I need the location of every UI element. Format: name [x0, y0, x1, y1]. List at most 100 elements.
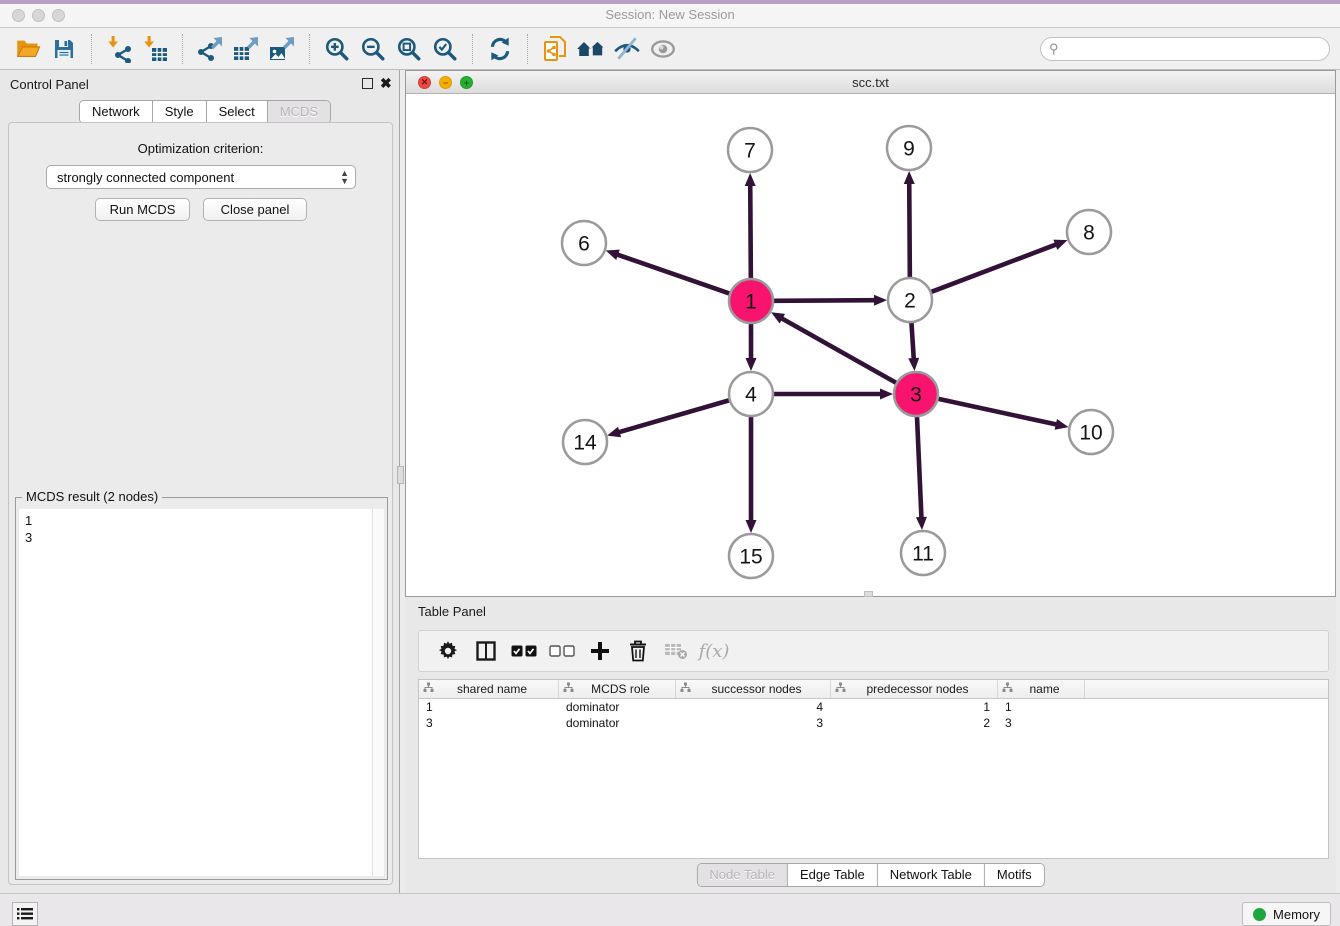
tab-node-table[interactable]: Node Table — [697, 864, 788, 886]
float-panel-icon[interactable] — [362, 78, 373, 89]
home-layout-icon[interactable] — [573, 33, 609, 65]
tree-sort-icon — [680, 682, 691, 696]
tab-motifs[interactable]: Motifs — [985, 864, 1044, 886]
graph-edge-2-3[interactable] — [911, 323, 913, 360]
table-cell: 3 — [998, 715, 1085, 731]
close-panel-icon[interactable]: ✖ — [380, 75, 392, 92]
import-network-icon[interactable] — [101, 33, 137, 65]
task-history-button[interactable] — [12, 902, 38, 926]
tab-select[interactable]: Select — [207, 101, 268, 123]
column-header-MCDS-role[interactable]: MCDS role — [559, 680, 676, 698]
tab-network[interactable]: Network — [80, 101, 153, 123]
clone-network-icon[interactable] — [537, 33, 573, 65]
settings-gear-icon[interactable] — [429, 635, 467, 667]
graph-edge-2-9[interactable] — [909, 182, 910, 277]
memory-button[interactable]: Memory — [1242, 902, 1331, 926]
tree-sort-icon — [423, 682, 434, 696]
graph-edge-arrowhead — [607, 427, 621, 438]
node-table[interactable]: shared nameMCDS rolesuccessor nodesprede… — [418, 679, 1329, 859]
graph-node-label: 7 — [744, 140, 756, 163]
control-panel-tabs: NetworkStyleSelectMCDS — [79, 100, 331, 124]
result-scrollbar[interactable] — [372, 509, 384, 876]
graph-node-label: 15 — [739, 546, 762, 569]
tree-sort-icon — [835, 682, 846, 696]
toolbar-separator — [182, 34, 183, 64]
graph-edge-arrowhead — [746, 520, 757, 533]
optimization-criterion-dropdown[interactable]: strongly connected component ▲▼ — [46, 165, 356, 189]
tree-sort-icon — [563, 682, 574, 696]
show-panels-icon[interactable] — [645, 33, 681, 65]
network-window-titlebar[interactable]: ✕ − + scc.txt — [406, 71, 1335, 94]
graph-node-label: 2 — [904, 290, 916, 313]
mcds-result-textarea[interactable]: 1 3 — [19, 509, 384, 876]
table-row[interactable]: 1dominator411 — [419, 699, 1328, 715]
graph-edge-3-11[interactable] — [917, 417, 921, 519]
zoom-selected-icon[interactable] — [427, 33, 463, 65]
network-canvas[interactable]: 1234678910111415 — [406, 94, 1335, 596]
add-column-icon[interactable] — [581, 635, 619, 667]
split-columns-icon[interactable] — [467, 635, 505, 667]
graph-edge-arrowhead — [880, 389, 893, 400]
zoom-fit-icon[interactable] — [391, 33, 427, 65]
tab-edge-table[interactable]: Edge Table — [788, 864, 878, 886]
memory-status-icon — [1253, 908, 1266, 921]
table-cell: 1 — [419, 699, 559, 715]
column-header-predecessor-nodes[interactable]: predecessor nodes — [831, 680, 998, 698]
column-header-name[interactable]: name — [998, 680, 1085, 698]
graph-edge-4-14[interactable] — [618, 400, 729, 432]
export-table-icon[interactable] — [228, 33, 264, 65]
graph-node-label: 3 — [910, 384, 922, 407]
titlebar: Session: New Session — [0, 4, 1340, 28]
table-row[interactable]: 3dominator323 — [419, 715, 1328, 731]
tab-mcds[interactable]: MCDS — [268, 101, 330, 123]
control-panel: Control Panel ✖ NetworkStyleSelectMCDS O… — [0, 70, 400, 893]
mcds-result-lines: 1 3 — [19, 509, 384, 549]
network-window-title: scc.txt — [406, 75, 1335, 90]
column-header-shared-name[interactable]: shared name — [419, 680, 559, 698]
export-network-icon[interactable] — [192, 33, 228, 65]
window-title: Session: New Session — [0, 7, 1340, 22]
hide-panels-icon[interactable] — [609, 33, 645, 65]
graph-node-label: 4 — [745, 384, 757, 407]
vertical-splitter-handle[interactable] — [397, 466, 404, 484]
select-all-icon[interactable] — [505, 635, 543, 667]
export-image-icon[interactable] — [264, 33, 300, 65]
toolbar-separator — [309, 34, 310, 64]
import-table-icon[interactable] — [137, 33, 173, 65]
tab-network-table[interactable]: Network Table — [878, 864, 985, 886]
tab-style[interactable]: Style — [153, 101, 207, 123]
graph-edge-arrowhead — [1053, 240, 1067, 250]
refresh-view-icon[interactable] — [482, 33, 518, 65]
table-header-row: shared nameMCDS rolesuccessor nodesprede… — [419, 680, 1328, 699]
dropdown-value: strongly connected component — [57, 170, 234, 185]
table-rows: 1dominator4113dominator323 — [419, 699, 1328, 731]
toolbar-separator — [472, 34, 473, 64]
tree-sort-icon — [1002, 682, 1013, 696]
table-panel-title: Table Panel — [418, 604, 486, 619]
graph-node-label: 10 — [1079, 422, 1102, 445]
graph-edge-1-7[interactable] — [750, 184, 751, 278]
column-header-successor-nodes[interactable]: successor nodes — [676, 680, 831, 698]
run-mcds-button[interactable]: Run MCDS — [95, 198, 190, 221]
search-icon: ⚲ — [1049, 41, 1059, 57]
graph-node-label: 9 — [903, 138, 915, 161]
mcds-result-title: MCDS result (2 nodes) — [22, 489, 162, 504]
mcds-tab-content: Optimization criterion: strongly connect… — [8, 122, 393, 885]
open-session-icon[interactable] — [10, 33, 46, 65]
deselect-all-icon[interactable] — [543, 635, 581, 667]
delete-column-trash-icon[interactable] — [619, 635, 657, 667]
zoom-in-icon[interactable] — [319, 33, 355, 65]
graph-edge-2-8[interactable] — [932, 244, 1058, 292]
graph-edge-1-6[interactable] — [616, 254, 729, 293]
zoom-out-icon[interactable] — [355, 33, 391, 65]
save-session-icon[interactable] — [46, 33, 82, 65]
mcds-result-group: MCDS result (2 nodes) 1 3 — [15, 497, 388, 880]
close-panel-button[interactable]: Close panel — [203, 198, 307, 221]
main-toolbar: ⚲ — [0, 28, 1340, 70]
search-input[interactable] — [1040, 37, 1330, 61]
application-window: Session: New Session — [0, 0, 1340, 926]
graph-edge-3-1[interactable] — [781, 318, 896, 383]
graph-edge-3-10[interactable] — [938, 399, 1057, 425]
graph-edge-1-2[interactable] — [774, 300, 876, 301]
graph-node-label: 1 — [745, 291, 757, 314]
